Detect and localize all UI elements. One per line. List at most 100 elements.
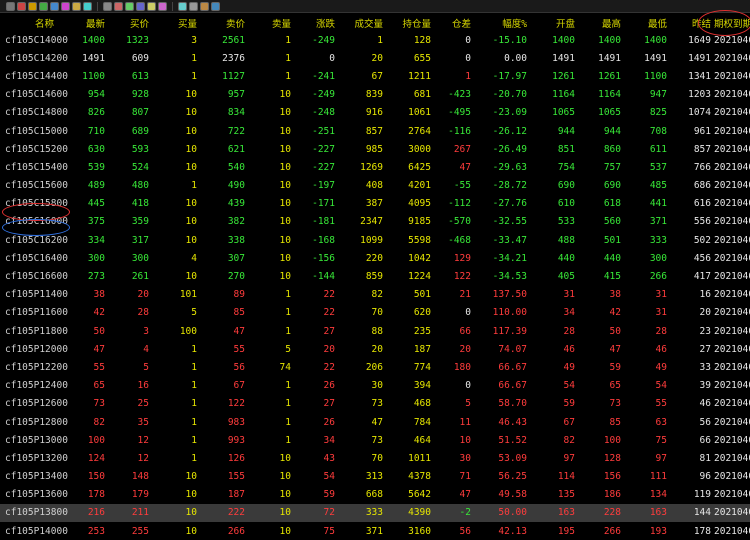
cell-value: 1261: [552, 70, 575, 82]
cell-value: -197: [312, 180, 335, 192]
column-header[interactable]: 买价: [108, 14, 152, 31]
instrument-name[interactable]: cf105P13800: [0, 503, 68, 523]
instrument-name[interactable]: cf105C15000: [0, 122, 68, 140]
toolbar-tool-icon[interactable]: [17, 1, 26, 11]
table-row[interactable]: cf105C16400 300 300 4 307 10 -156 220 1042 129 -34…: [0, 249, 750, 267]
column-header[interactable]: 仓差: [434, 14, 474, 31]
instrument-name[interactable]: cf105P12200: [0, 358, 68, 376]
instrument-name[interactable]: cf105P11400: [0, 286, 68, 304]
cell-value: 1164: [598, 89, 621, 101]
table-row[interactable]: cf105C14000 1400 1323 3 2561 1 -249 1 128 0 -15.10…: [0, 31, 750, 49]
table-row[interactable]: cf105P12000 47 4 1 55 5 20 20 187 20 74.07 46 47 46 27…: [0, 340, 750, 358]
toolbar-tool-icon[interactable]: [103, 1, 112, 11]
table-row[interactable]: cf105P13400 150 148 10 155 10 54 313 4378 71 56.25…: [0, 468, 750, 486]
toolbar-tool-icon[interactable]: [178, 1, 187, 11]
toolbar-tool-icon[interactable]: [39, 1, 48, 11]
instrument-name[interactable]: cf105C15200: [0, 140, 68, 158]
instrument-name[interactable]: cf105P11600: [0, 304, 68, 322]
table-row[interactable]: cf105P11600 42 28 5 85 1 22 70 620 0 110.00 34 42 31 2…: [0, 304, 750, 322]
column-header[interactable]: 昨结: [670, 14, 714, 31]
table-row[interactable]: cf105P12600 73 25 1 122 1 27 73 468 5 58.70 59 73 55 4…: [0, 395, 750, 413]
table-row[interactable]: cf105C15600 489 480 1 490 10 -197 408 4201 -55 -28…: [0, 177, 750, 195]
instrument-name[interactable]: cf105C15600: [0, 177, 68, 195]
toolbar-tool-icon[interactable]: [211, 1, 220, 11]
instrument-name[interactable]: cf105C14600: [0, 86, 68, 104]
instrument-name[interactable]: cf105P11800: [0, 322, 68, 340]
column-header[interactable]: 持仓量: [386, 14, 434, 31]
table-row[interactable]: cf105P11400 38 20 101 89 1 22 82 501 21 137.50 31 38…: [0, 286, 750, 304]
table-row[interactable]: cf105P12400 65 16 1 67 1 26 30 394 0 66.67 54 65 54 39…: [0, 377, 750, 395]
column-header[interactable]: 最低: [624, 14, 670, 31]
column-header[interactable]: 开盘: [530, 14, 578, 31]
instrument-name[interactable]: cf105C14200: [0, 49, 68, 67]
instrument-name[interactable]: cf105C15400: [0, 158, 68, 176]
toolbar-tool-icon[interactable]: [136, 1, 145, 11]
table-row[interactable]: cf105C15400 539 524 10 540 10 -227 1269 6425 47 -2…: [0, 158, 750, 176]
table-row[interactable]: cf105C14800 826 807 10 834 10 -248 916 1061 -495 -…: [0, 104, 750, 122]
table-row[interactable]: cf105C16200 334 317 10 338 10 -168 1099 5598 -468…: [0, 231, 750, 249]
toolbar-tool-icon[interactable]: [83, 1, 92, 11]
cell-value: 163: [530, 503, 578, 523]
toolbar-tool-icon[interactable]: [6, 1, 15, 11]
table-row[interactable]: cf105P14000 253 255 10 266 10 75 371 3160 56 42.13…: [0, 522, 750, 540]
table-row[interactable]: cf105P13200 124 12 1 126 10 43 70 1011 30 53.09 97 1…: [0, 449, 750, 467]
toolbar-tool-icon[interactable]: [50, 1, 59, 11]
instrument-name[interactable]: cf105P13200: [0, 449, 68, 467]
instrument-name[interactable]: cf105C16000: [0, 213, 68, 231]
instrument-name[interactable]: cf105C14800: [0, 104, 68, 122]
instrument-name[interactable]: cf105P13600: [0, 486, 68, 504]
instrument-name[interactable]: cf105C14000: [0, 31, 68, 49]
table-row[interactable]: cf105P11800 50 3 100 47 1 27 88 235 66 117.39 28 50 2…: [0, 322, 750, 340]
table-row[interactable]: cf105C15200 630 593 10 621 10 -227 985 3000 267 -2…: [0, 140, 750, 158]
column-header[interactable]: 买量: [152, 14, 200, 31]
table-row[interactable]: cf105C16600 273 261 10 270 10 -144 859 1224 122 -3…: [0, 267, 750, 285]
instrument-name[interactable]: cf105C15800: [0, 195, 68, 213]
cell-value: 163: [624, 503, 670, 523]
cell-value: 53.09: [498, 452, 527, 464]
instrument-name[interactable]: cf105P14000: [0, 522, 68, 540]
instrument-name[interactable]: cf105C14400: [0, 67, 68, 85]
table-row[interactable]: cf105C14600 954 928 10 957 10 -249 839 681 -423 -2…: [0, 86, 750, 104]
cell-value: 10: [185, 125, 197, 137]
instrument-name[interactable]: cf105P12400: [0, 377, 68, 395]
table-row[interactable]: cf105C16000 375 359 10 382 10 -181 2347 9185 -570…: [0, 213, 750, 231]
column-header[interactable]: 名称: [0, 14, 68, 31]
instrument-name[interactable]: cf105P13000: [0, 431, 68, 449]
cell-value: 957: [227, 89, 245, 101]
instrument-name[interactable]: cf105C16400: [0, 249, 68, 267]
table-row[interactable]: cf105C14200 1491 609 1 2376 1 0 20 655 0 0.00 1491 1…: [0, 49, 750, 67]
table-row[interactable]: cf105C14400 1100 613 1 1127 1 -241 67 1211 1 -17.9…: [0, 67, 750, 85]
toolbar-tool-icon[interactable]: [114, 1, 123, 11]
instrument-name[interactable]: cf105P12000: [0, 340, 68, 358]
column-header[interactable]: 幅度%: [474, 14, 530, 31]
toolbar-tool-icon[interactable]: [125, 1, 134, 11]
toolbar-tool-icon[interactable]: [200, 1, 209, 11]
instrument-name[interactable]: cf105C16600: [0, 267, 68, 285]
instrument-name[interactable]: cf105P12800: [0, 413, 68, 431]
table-row[interactable]: cf105P13800 216 211 10 222 10 72 333 4390 -2 50.00…: [0, 503, 750, 523]
toolbar-tool-icon[interactable]: [147, 1, 156, 11]
table-row[interactable]: cf105P13000 100 12 1 993 1 34 73 464 10 51.52 82 100…: [0, 431, 750, 449]
instrument-name[interactable]: cf105P12600: [0, 395, 68, 413]
table-row[interactable]: cf105P13600 178 179 10 187 10 59 668 5642 47 49.58…: [0, 486, 750, 504]
toolbar-tool-icon[interactable]: [61, 1, 70, 11]
table-row[interactable]: cf105C15000 710 689 10 722 10 -251 857 2764 -116 -…: [0, 122, 750, 140]
column-header[interactable]: 成交量: [338, 14, 386, 31]
toolbar-tool-icon[interactable]: [28, 1, 37, 11]
column-header[interactable]: 卖价: [200, 14, 248, 31]
instrument-name[interactable]: cf105P13400: [0, 468, 68, 486]
toolbar-tool-icon[interactable]: [72, 1, 81, 11]
cell-value: 12: [137, 434, 149, 446]
cell-value: 22: [323, 361, 335, 373]
column-header[interactable]: 涨跌: [294, 14, 338, 31]
column-header[interactable]: 期权到期日: [714, 14, 750, 31]
table-row[interactable]: cf105P12800 82 35 1 983 1 26 47 784 11 46.43 67 85 63…: [0, 413, 750, 431]
column-header[interactable]: 最高: [578, 14, 624, 31]
instrument-name[interactable]: cf105C16200: [0, 231, 68, 249]
table-row[interactable]: cf105P12200 55 5 1 56 74 22 206 774 180 66.67 49 59 4…: [0, 358, 750, 376]
toolbar-tool-icon[interactable]: [189, 1, 198, 11]
column-header[interactable]: 卖量: [248, 14, 294, 31]
column-header[interactable]: 最新: [68, 14, 108, 31]
toolbar-tool-icon[interactable]: [158, 1, 167, 11]
table-row[interactable]: cf105C15800 445 418 10 439 10 -171 387 4095 -112 -…: [0, 195, 750, 213]
